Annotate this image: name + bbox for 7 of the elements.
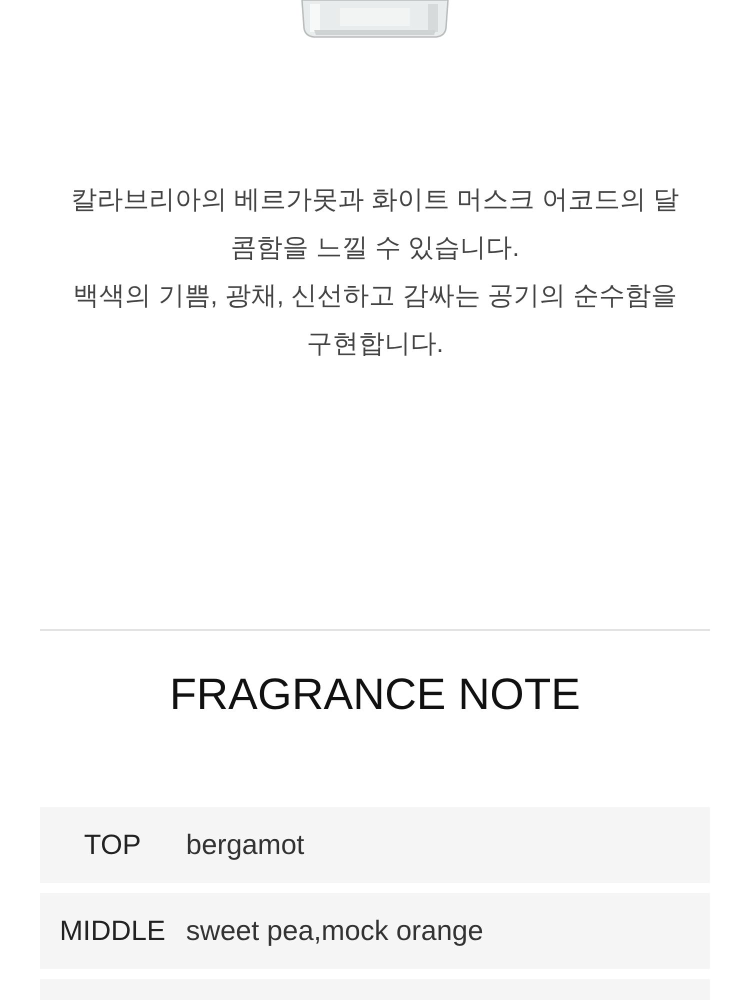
note-label: TOP <box>82 828 142 862</box>
section-title: FRAGRANCE NOTE <box>170 669 580 721</box>
description-text: 칼라브리아의 베르가못과 화이트 머스크 어코드의 달콤함을 느낄 수 있습니다. <box>70 183 680 264</box>
note-value: bergamot <box>185 828 304 862</box>
description-text: 백색의 기쁨, 광채, 신선하고 감싸는 공기의 순수함을 구현합니다. <box>72 279 678 360</box>
note-label: MIDDLE <box>58 914 166 948</box>
note-value: sweet pea,mock orange <box>185 914 484 948</box>
